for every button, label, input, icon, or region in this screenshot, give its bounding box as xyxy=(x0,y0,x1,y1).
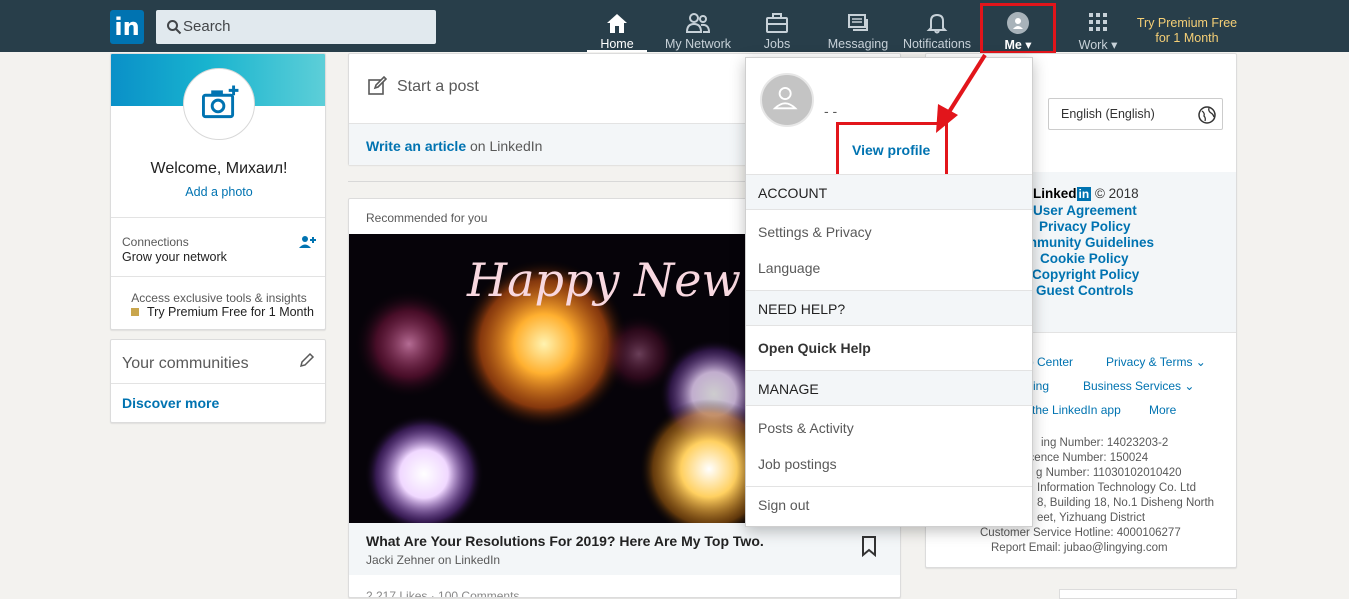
nav-home[interactable]: Home xyxy=(587,0,647,52)
language-value: English (English) xyxy=(1061,107,1155,121)
discover-more-link[interactable]: Discover more xyxy=(122,395,219,411)
feed-post-author[interactable]: Jacki Zehner on LinkedIn xyxy=(366,553,500,567)
camera-icon xyxy=(201,85,239,119)
feed-post-meta: What Are Your Resolutions For 2019? Here… xyxy=(349,523,900,575)
nav-my-network[interactable]: My Network xyxy=(663,0,733,52)
globe-icon xyxy=(1198,106,1216,124)
right-rail-next-card xyxy=(1059,589,1237,599)
info-line: Information Technology Co. Ltd xyxy=(1037,482,1196,494)
network-icon xyxy=(686,13,710,33)
start-post-button[interactable]: Start a post xyxy=(397,78,479,96)
business-services-link[interactable]: Business Services ⌄ xyxy=(1083,379,1194,393)
premium-trial-label: Try Premium Free for 1 Month xyxy=(147,305,314,319)
user-agreement-link[interactable]: User Agreement xyxy=(1033,203,1137,218)
account-section-header: ACCOUNT xyxy=(746,174,1032,210)
briefcase-icon xyxy=(766,13,788,33)
add-photo-button[interactable] xyxy=(183,68,255,140)
bookmark-icon[interactable] xyxy=(861,535,877,557)
add-photo-link[interactable]: Add a photo xyxy=(111,185,325,199)
try-premium-link[interactable]: Try Premium Free for 1 Month xyxy=(1128,16,1246,46)
profile-name: - - xyxy=(824,103,838,119)
privacy-policy-link[interactable]: Privacy Policy xyxy=(1039,219,1131,234)
home-icon xyxy=(607,14,627,33)
posts-activity-item[interactable]: Posts & Activity xyxy=(758,420,854,436)
connections-label[interactable]: Connections xyxy=(122,235,189,249)
cookie-policy-link[interactable]: Cookie Policy xyxy=(1040,251,1129,266)
add-connection-icon[interactable] xyxy=(299,235,317,249)
language-item[interactable]: Language xyxy=(758,260,820,276)
exclusive-tools-text: Access exclusive tools & insights xyxy=(131,291,307,305)
communities-card: Your communities Discover more xyxy=(110,339,326,423)
premium-line-1: Try Premium Free xyxy=(1136,16,1238,30)
info-line: 8, Building 18, No.1 Disheng North xyxy=(1037,497,1215,509)
nav-work[interactable]: Work ▾ xyxy=(1070,0,1126,52)
info-line: eet, Yizhuang District xyxy=(1037,512,1146,524)
copyright-policy-link[interactable]: Copyright Policy xyxy=(1032,267,1139,282)
need-help-section-title: NEED HELP? xyxy=(758,301,846,317)
job-postings-item[interactable]: Job postings xyxy=(758,456,837,472)
more-link[interactable]: More xyxy=(1149,403,1176,417)
premium-badge-icon xyxy=(131,308,139,316)
write-article-label: Write an article xyxy=(366,138,467,154)
open-quick-help-item[interactable]: Open Quick Help xyxy=(758,340,871,356)
linkedin-logo[interactable]: in xyxy=(110,10,144,44)
nav-messaging-label: Messaging xyxy=(827,37,889,51)
info-line: Customer Service Hotline: 4000106277 xyxy=(980,527,1181,539)
nav-jobs-label: Jobs xyxy=(763,37,791,51)
premium-line-2: for 1 Month xyxy=(1155,31,1219,45)
linkedin-wordmark: Linked xyxy=(1033,186,1077,201)
person-icon xyxy=(772,87,798,110)
manage-section-header: MANAGE xyxy=(746,370,1032,406)
feed-post-title[interactable]: What Are Your Resolutions For 2019? Here… xyxy=(366,533,764,549)
pencil-icon[interactable] xyxy=(299,352,315,368)
nav-home-label: Home xyxy=(600,37,634,51)
need-help-section-header: NEED HELP? xyxy=(746,290,1032,326)
messaging-icon xyxy=(848,14,868,31)
nav-work-label: Work ▾ xyxy=(1078,38,1118,52)
manage-section-title: MANAGE xyxy=(758,381,819,397)
write-article-suffix: on LinkedIn xyxy=(466,138,543,154)
search-icon xyxy=(167,20,182,35)
info-line: Report Email: jubao@lingying.com xyxy=(991,542,1168,554)
view-profile-link[interactable]: View profile xyxy=(852,142,930,158)
linkedin-in-badge: in xyxy=(1076,187,1092,201)
profile-avatar[interactable] xyxy=(760,73,814,127)
community-guidelines-link[interactable]: mmunity Guidelines xyxy=(1025,235,1154,250)
grid-icon xyxy=(1089,13,1107,31)
account-section-title: ACCOUNT xyxy=(758,185,828,201)
help-center-link[interactable]: p Center xyxy=(1027,355,1073,369)
privacy-terms-link[interactable]: Privacy & Terms ⌄ xyxy=(1106,355,1206,369)
communities-title: Your communities xyxy=(122,355,249,372)
copyright-year: © 2018 xyxy=(1094,186,1139,201)
search-input[interactable]: Search xyxy=(156,10,436,44)
settings-privacy-item[interactable]: Settings & Privacy xyxy=(758,224,872,240)
nav-my-network-label: My Network xyxy=(665,37,731,51)
info-line: ing Number: 14023203-2 xyxy=(1041,437,1169,449)
divider xyxy=(111,217,325,218)
recommended-label: Recommended for you xyxy=(366,211,488,225)
language-select[interactable]: English (English) xyxy=(1048,98,1223,130)
premium-trial-link[interactable]: Try Premium Free for 1 Month xyxy=(131,305,314,319)
profile-card: Welcome, Михаил! Add a photo Connections… xyxy=(110,53,326,330)
write-article-link[interactable]: Write an article on LinkedIn xyxy=(366,138,542,154)
divider xyxy=(111,383,325,384)
feed-post-counts[interactable]: 2,217 Likes · 100 Comments xyxy=(366,589,519,597)
divider xyxy=(111,276,325,277)
search-placeholder: Search xyxy=(183,18,231,35)
info-line: g Number: 11030102010420 xyxy=(1036,467,1182,479)
welcome-text: Welcome, Михаил! xyxy=(150,160,288,177)
info-line: icence Number: 150024 xyxy=(1026,452,1149,464)
sign-out-item[interactable]: Sign out xyxy=(758,497,809,513)
divider xyxy=(746,486,1032,487)
annotation-arrow xyxy=(936,53,987,133)
grow-network-link[interactable]: Grow your network xyxy=(122,250,227,264)
compose-icon xyxy=(368,76,387,95)
guest-controls-link[interactable]: Guest Controls xyxy=(1036,283,1134,298)
bell-icon xyxy=(926,13,948,34)
nav-messaging[interactable]: Messaging xyxy=(825,0,891,52)
copyright-line: Linked in © 2018 xyxy=(1033,186,1139,201)
get-app-link[interactable]: the LinkedIn app xyxy=(1032,403,1121,417)
nav-jobs[interactable]: Jobs xyxy=(752,0,802,52)
